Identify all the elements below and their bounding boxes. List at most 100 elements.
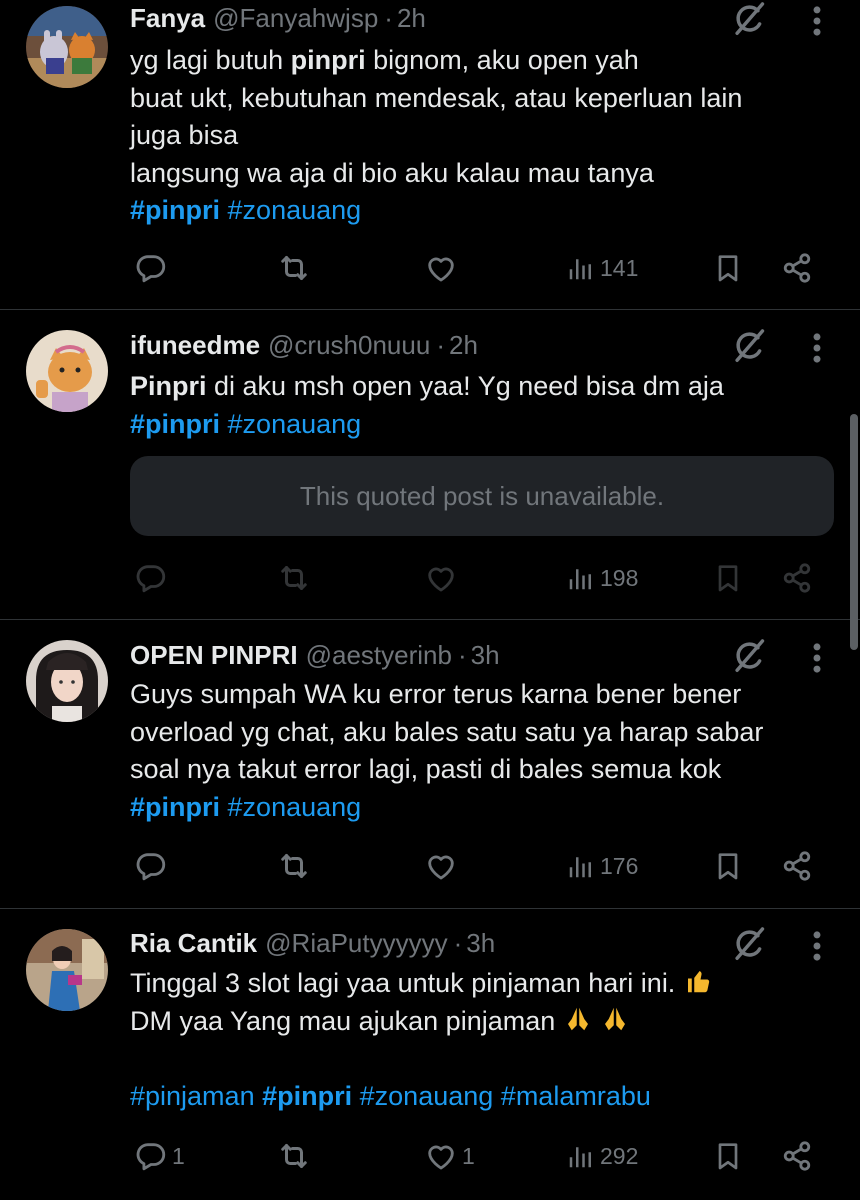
share-button[interactable] [780, 558, 814, 598]
reply-icon [134, 561, 168, 595]
hashtag-link[interactable]: #zonauang [228, 195, 362, 225]
repost-button[interactable] [276, 248, 316, 288]
views-icon [566, 851, 596, 881]
repost-icon [276, 250, 312, 286]
like-icon [424, 849, 458, 883]
share-button[interactable] [780, 1136, 814, 1176]
hashtag-link[interactable]: #pinpri [130, 792, 220, 822]
tweet-text: Tinggal 3 slot lagi yaa untuk pinjaman h… [130, 965, 830, 1115]
like-button[interactable] [424, 558, 462, 598]
bold-keyword: pinpri [290, 45, 366, 75]
tweet-ifuneedme[interactable]: ifuneedme @crush0nuuu · 2h Pinpri di aku… [0, 310, 860, 620]
tweet-open-pinpri[interactable]: OPEN PINPRI @aestyerinb · 3h Guys sumpah… [0, 620, 860, 910]
tweet-actions: 176 [130, 846, 830, 886]
share-icon [780, 1139, 814, 1173]
bookmark-icon [712, 252, 744, 284]
like-icon [424, 1139, 458, 1173]
like-button[interactable] [424, 846, 462, 886]
reply-button[interactable] [134, 846, 172, 886]
more-icon[interactable] [804, 927, 830, 965]
repost-button[interactable] [276, 558, 316, 598]
share-icon [780, 561, 814, 595]
share-button[interactable] [780, 846, 814, 886]
reply-button[interactable] [134, 558, 172, 598]
avatar[interactable] [26, 929, 108, 1011]
repost-icon [276, 848, 312, 884]
tweet-actions: 198 [130, 558, 830, 598]
grok-icon[interactable] [730, 637, 768, 675]
user-handle[interactable]: @crush0nuuu [268, 330, 430, 361]
like-icon [424, 561, 458, 595]
repost-button[interactable] [276, 846, 316, 886]
views-icon [566, 563, 596, 593]
hashtag-link[interactable]: #zonauang [360, 1081, 494, 1111]
bookmark-button[interactable] [712, 846, 744, 886]
hashtag-link[interactable]: #zonauang [228, 792, 362, 822]
display-name[interactable]: Ria Cantik [130, 928, 257, 959]
avatar[interactable] [26, 6, 108, 88]
hashtag-link[interactable]: #pinpri [262, 1081, 352, 1111]
avatar[interactable] [26, 330, 108, 412]
separator-dot: · [384, 2, 393, 33]
bookmark-icon [712, 850, 744, 882]
tweet-fanya[interactable]: Fanya @Fanyahwjsp · 2h yg lagi butuh pin… [0, 0, 860, 310]
hashtag-link[interactable]: #pinjaman [130, 1081, 255, 1111]
reply-count: 1 [172, 1142, 185, 1169]
views-button[interactable]: 292 [566, 1136, 638, 1176]
tweet-actions: 1 1 292 [130, 1136, 830, 1176]
timestamp[interactable]: 3h [471, 640, 500, 671]
quoted-post-unavailable[interactable]: This quoted post is unavailable. [130, 456, 834, 536]
more-icon[interactable] [804, 329, 830, 367]
views-icon [566, 253, 596, 283]
tweet-header: Fanya @Fanyahwjsp · 2h [130, 0, 426, 36]
views-button[interactable]: 198 [566, 558, 638, 598]
folded-hands-icon [605, 1007, 626, 1030]
tweet-ria-cantik[interactable]: Ria Cantik @RiaPutyyyyyy · 3h Tinggal 3 … [0, 909, 860, 1200]
grok-icon[interactable] [730, 0, 768, 38]
timestamp[interactable]: 2h [449, 330, 478, 361]
hashtag-link[interactable]: #pinpri [130, 195, 220, 225]
display-name[interactable]: OPEN PINPRI [130, 640, 298, 671]
like-count: 1 [462, 1142, 475, 1169]
more-icon[interactable] [804, 639, 830, 677]
bookmark-button[interactable] [712, 1136, 744, 1176]
user-handle[interactable]: @Fanyahwjsp [213, 3, 378, 34]
views-button[interactable]: 141 [566, 248, 638, 288]
bookmark-button[interactable] [712, 558, 744, 598]
like-icon [424, 251, 458, 285]
thumbs-up-icon [687, 971, 710, 993]
display-name[interactable]: Fanya [130, 3, 205, 34]
timeline-feed: Fanya @Fanyahwjsp · 2h yg lagi butuh pin… [0, 0, 860, 1200]
bookmark-icon [712, 1140, 744, 1172]
display-name[interactable]: ifuneedme [130, 330, 260, 361]
timestamp[interactable]: 2h [397, 3, 426, 34]
reply-button[interactable] [134, 248, 172, 288]
folded-hands-icon [567, 1007, 588, 1030]
repost-button[interactable] [276, 1136, 316, 1176]
bookmark-button[interactable] [712, 248, 744, 288]
user-handle[interactable]: @aestyerinb [306, 640, 452, 671]
grok-icon[interactable] [730, 327, 768, 365]
share-button[interactable] [780, 248, 814, 288]
reply-icon [134, 849, 168, 883]
views-button[interactable]: 176 [566, 846, 638, 886]
tweet-text: Pinpri di aku msh open yaa! Yg need bisa… [130, 371, 724, 439]
more-icon[interactable] [804, 2, 830, 40]
grok-icon[interactable] [730, 925, 768, 963]
scrollbar-thumb[interactable] [850, 414, 858, 650]
views-icon [566, 1141, 596, 1171]
like-button[interactable]: 1 [424, 1136, 475, 1176]
avatar[interactable] [26, 640, 108, 722]
timestamp[interactable]: 3h [466, 928, 495, 959]
tweet-text: yg lagi butuh pinpri bignom, aku open ya… [130, 45, 743, 225]
quoted-post-message: This quoted post is unavailable. [299, 480, 665, 511]
user-handle[interactable]: @RiaPutyyyyyy [265, 928, 447, 959]
separator-dot: · [457, 639, 467, 670]
hashtag-link[interactable]: #zonauang [228, 409, 362, 439]
like-button[interactable] [424, 248, 462, 288]
hashtag-link[interactable]: #malamrabu [501, 1081, 651, 1111]
hashtag-link[interactable]: #pinpri [130, 409, 220, 439]
reply-icon [134, 251, 168, 285]
separator-dot: · [453, 927, 463, 958]
reply-button[interactable]: 1 [134, 1136, 185, 1176]
